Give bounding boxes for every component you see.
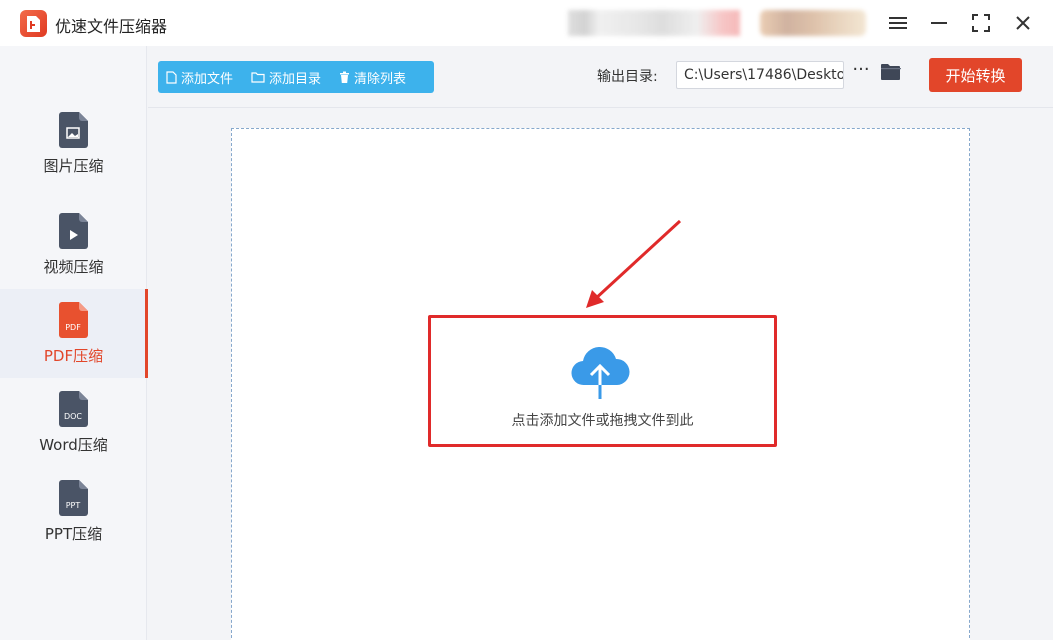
folder-icon [251, 72, 265, 83]
sidebar-item-word[interactable]: DOC Word压缩 [0, 378, 147, 467]
clear-list-button[interactable]: 清除列表 [339, 68, 406, 87]
svg-text:PDF: PDF [65, 323, 81, 332]
ppt-file-icon: PPT [58, 479, 88, 516]
sidebar-item-image[interactable]: 图片压缩 [0, 99, 147, 188]
app-logo-icon [20, 10, 47, 37]
toolbar: 添加文件 添加目录 清除列表 输出目录: C:\Users\17486\Desk… [148, 46, 1053, 108]
add-folder-button[interactable]: 添加目录 [251, 68, 321, 87]
fullscreen-icon [972, 14, 990, 32]
svg-text:DOC: DOC [63, 412, 81, 421]
sidebar-item-pdf[interactable]: PDF PDF压缩 [0, 289, 148, 378]
sidebar-item-label: Word压缩 [39, 435, 108, 454]
output-path-field[interactable]: C:\Users\17486\Deskto [676, 61, 844, 89]
open-folder-button[interactable] [880, 63, 904, 85]
clear-list-label: 清除列表 [354, 71, 407, 87]
app-window: 优速文件压缩器 图片压缩 视频压缩 PDF PDF压缩 DOC Word压缩 P… [0, 0, 1053, 640]
image-file-icon [58, 111, 88, 148]
add-file-label: 添加文件 [181, 71, 234, 87]
minimize-button[interactable] [922, 8, 956, 38]
blurred-user-avatar [760, 10, 866, 36]
add-folder-label: 添加目录 [269, 71, 322, 87]
start-convert-button[interactable]: 开始转换 [929, 58, 1022, 92]
trash-icon [340, 71, 350, 83]
sidebar-item-label: 图片压缩 [43, 156, 104, 175]
title-bar: 优速文件压缩器 [0, 0, 1053, 46]
sidebar-item-label: PPT压缩 [44, 524, 103, 543]
add-file-button[interactable]: 添加文件 [166, 68, 233, 87]
doc-file-icon: DOC [58, 390, 88, 427]
sidebar: 图片压缩 视频压缩 PDF PDF压缩 DOC Word压缩 PPT PPT压缩 [0, 46, 148, 640]
sidebar-item-ppt[interactable]: PPT PPT压缩 [0, 467, 147, 556]
cloud-upload-icon[interactable] [568, 345, 632, 401]
svg-text:PPT: PPT [65, 501, 80, 510]
close-button[interactable] [1006, 8, 1040, 38]
sidebar-item-video[interactable]: 视频压缩 [0, 200, 147, 289]
menu-button[interactable] [881, 8, 915, 38]
annotation-arrow-icon [586, 219, 682, 308]
app-title: 优速文件压缩器 [55, 17, 168, 36]
folder-open-icon [881, 64, 901, 80]
fullscreen-button[interactable] [964, 8, 998, 38]
sidebar-item-label: 视频压缩 [43, 257, 104, 276]
close-icon [1016, 16, 1030, 30]
hamburger-icon [889, 17, 907, 29]
file-icon [166, 70, 177, 84]
pdf-file-icon: PDF [58, 301, 88, 338]
minimize-icon [931, 22, 947, 24]
sidebar-item-label: PDF压缩 [43, 346, 104, 365]
drop-hint-text: 点击添加文件或拖拽文件到此 [511, 413, 694, 429]
video-file-icon [58, 212, 88, 249]
browse-more-button[interactable]: ··· [850, 61, 872, 84]
file-actions-group: 添加文件 添加目录 清除列表 [158, 61, 434, 93]
blurred-account-info [568, 10, 740, 36]
output-dir-label: 输出目录: [597, 69, 658, 85]
